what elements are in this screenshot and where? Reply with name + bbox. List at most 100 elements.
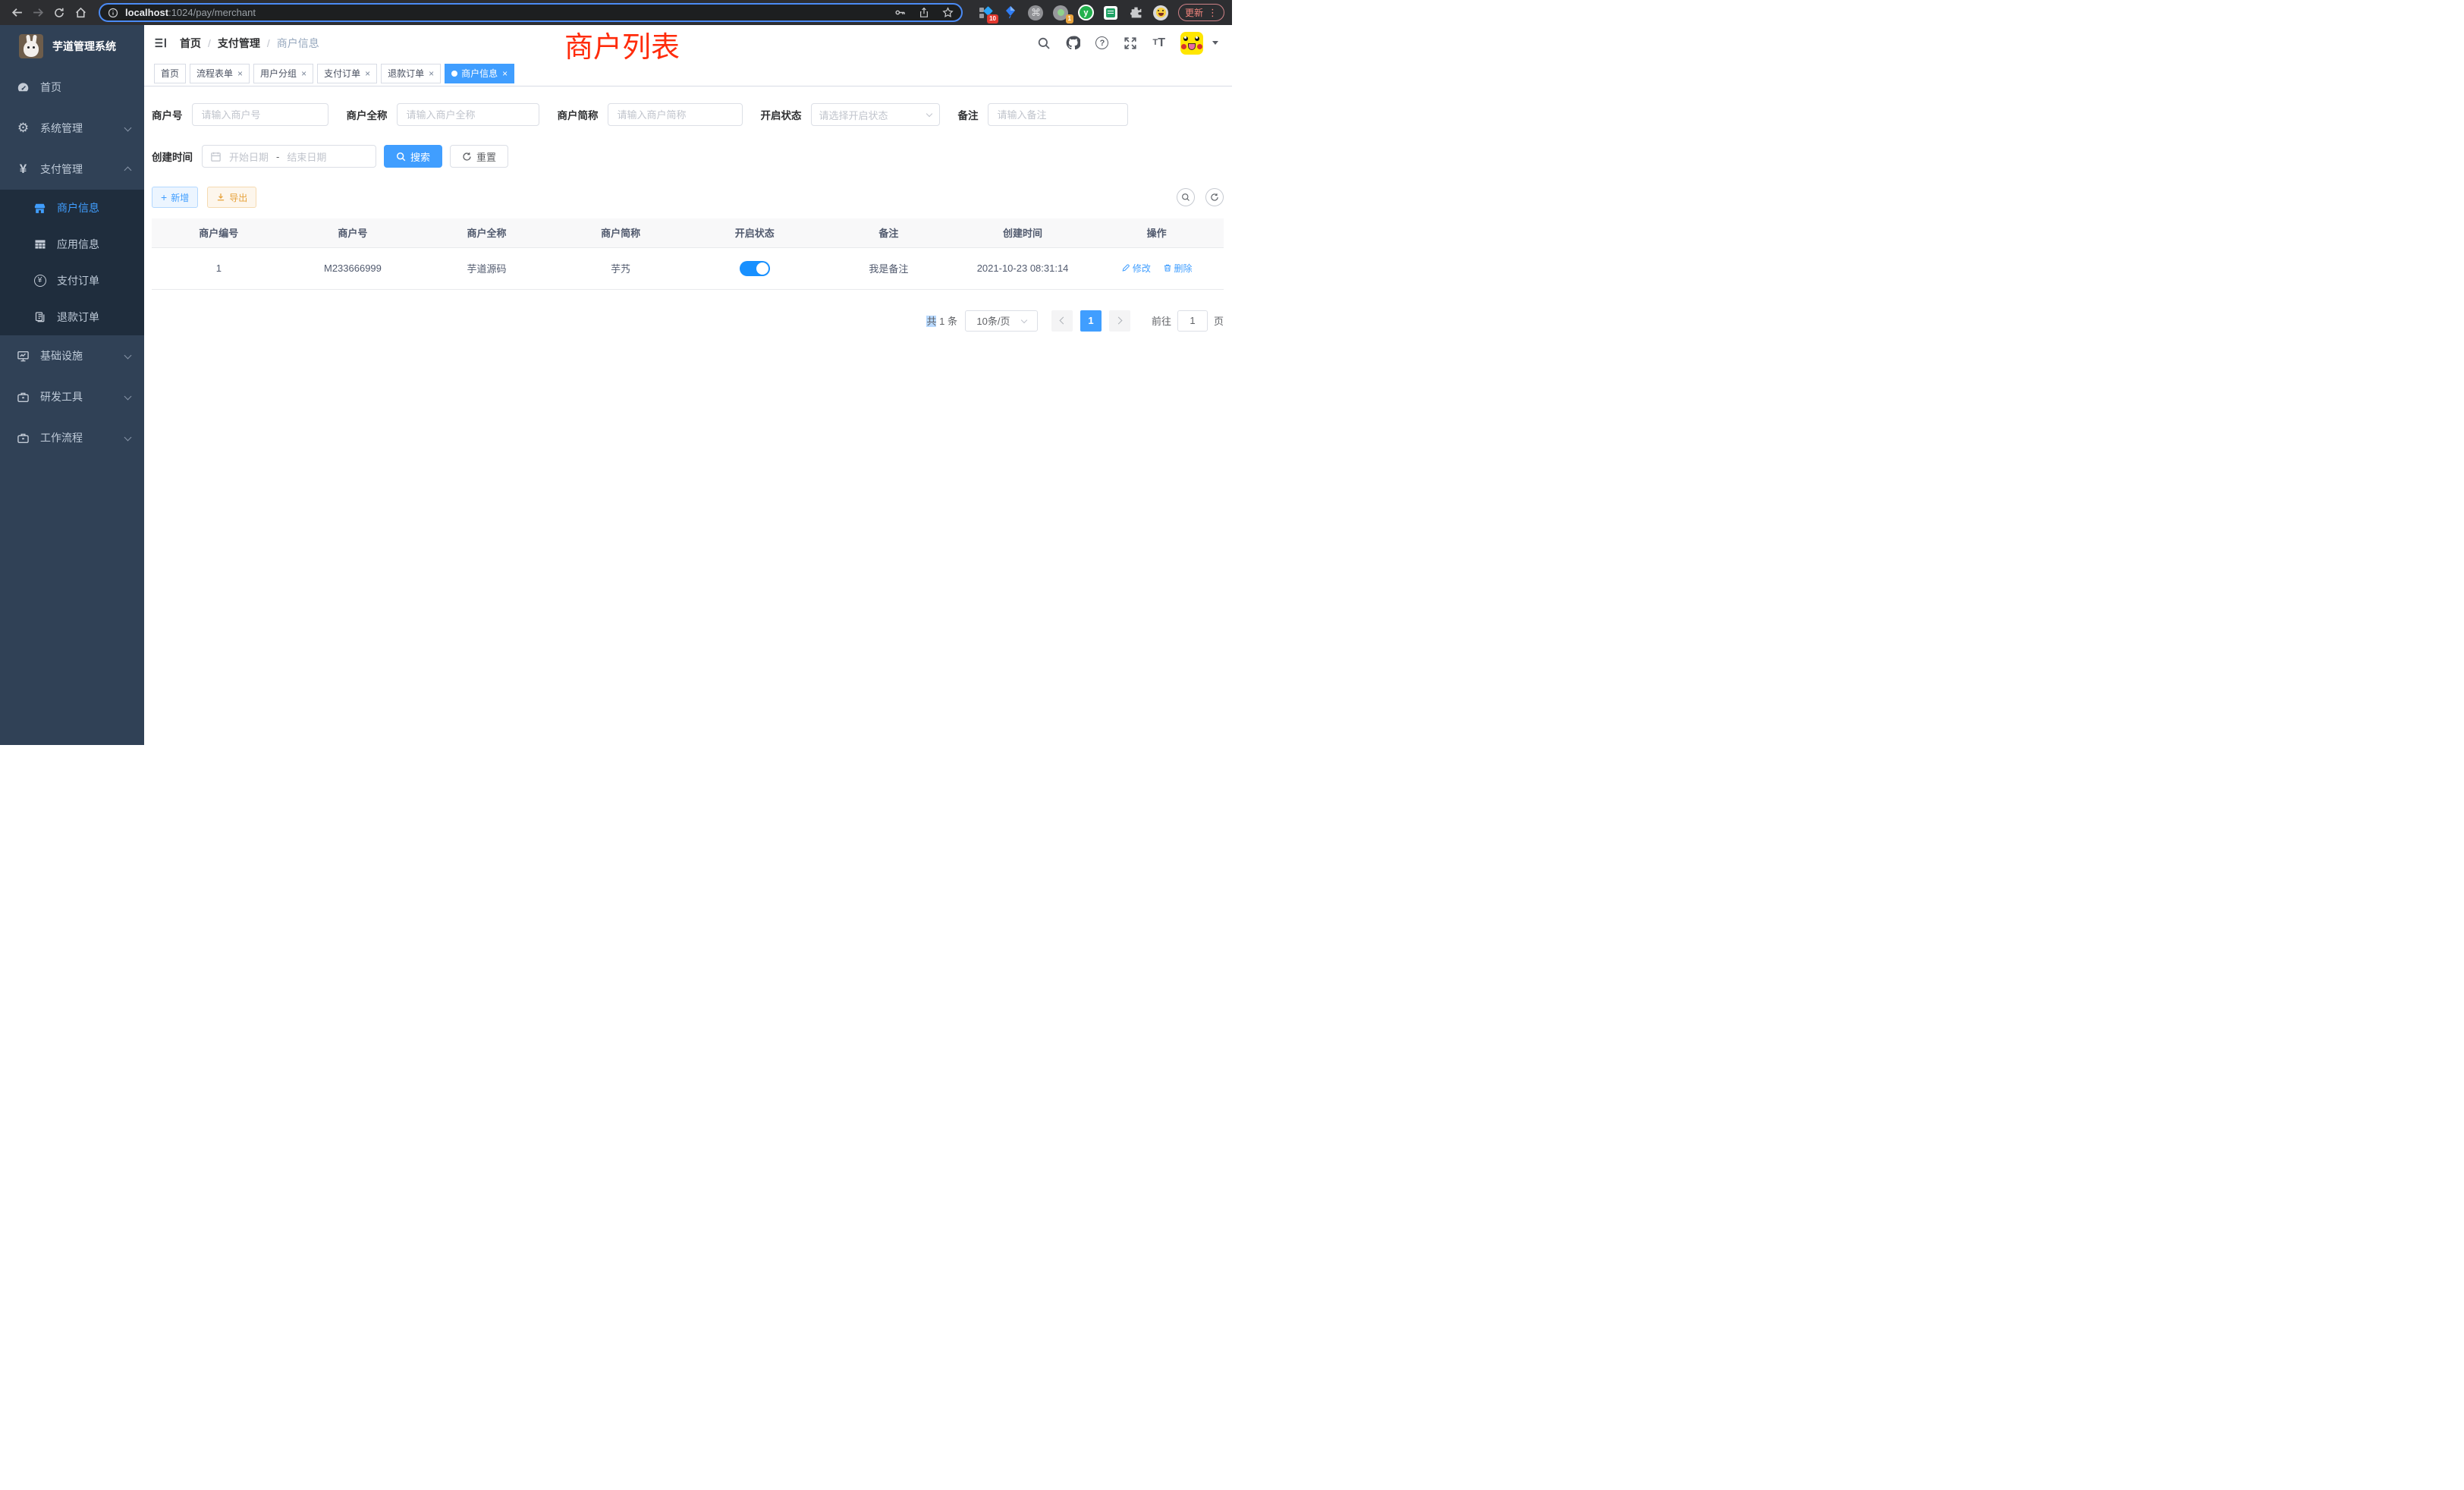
sidebar-item-workflow[interactable]: 工作流程 [0,417,144,458]
reset-button-label: 重置 [476,149,496,164]
url-path: :1024/pay/merchant [168,7,256,18]
sidebar-item-label: 应用信息 [57,237,99,252]
delete-link[interactable]: 删除 [1163,262,1193,275]
extension-badge: 10 [987,14,998,24]
tab-close-icon[interactable]: × [237,68,243,79]
extensions-puzzle-icon[interactable] [1128,5,1144,20]
yen-circle-icon: ¥ [33,275,46,287]
page-annotation-title: 商户列表 [564,25,680,63]
chevron-up-icon [124,167,132,174]
extension-y-icon[interactable]: y [1078,5,1094,20]
home-icon[interactable] [71,4,90,22]
reload-icon[interactable] [50,4,68,22]
browser-profile-avatar[interactable] [1153,5,1169,20]
chevron-down-icon [1020,316,1026,322]
full-name-input[interactable] [397,103,539,126]
user-avatar[interactable] [1180,32,1203,55]
delete-link-label: 删除 [1174,262,1193,275]
refresh-table-icon[interactable] [1205,188,1224,206]
site-info-icon[interactable] [108,8,118,18]
tab-label: 流程表单 [196,67,233,80]
address-bar[interactable]: localhost:1024/pay/merchant [99,3,963,22]
page-content: 商户号 商户全称 商户简称 开启状态 请选择开启状态 [144,86,1232,332]
status-select[interactable]: 请选择开启状态 [811,103,940,126]
goto-page-input[interactable] [1177,310,1208,332]
filter-label: 商户号 [152,107,183,122]
edit-link[interactable]: 修改 [1121,262,1151,275]
filter-label: 创建时间 [152,149,193,164]
font-size-icon[interactable]: TT [1152,37,1165,49]
current-page-button[interactable]: 1 [1080,310,1102,332]
cell-merchant-id: 1 [152,247,286,289]
filter-created-time: 创建时间 开始日期 - 结束日期 [152,145,376,168]
tab-close-icon[interactable]: × [365,68,370,79]
status-toggle-on[interactable] [740,261,770,276]
page-size-select[interactable]: 10条/页 [965,310,1038,332]
sidebar-item-app-info[interactable]: 应用信息 [0,226,144,262]
share-icon[interactable] [919,7,929,18]
tab-home[interactable]: 首页 [154,64,186,83]
date-range-picker[interactable]: 开始日期 - 结束日期 [202,145,376,168]
sidebar-item-merchant-info[interactable]: 商户信息 [0,190,144,226]
remark-input[interactable] [988,103,1128,126]
github-icon[interactable] [1066,36,1080,50]
browser-menu-icon[interactable]: ⋮ [1208,7,1218,19]
export-button[interactable]: 导出 [207,187,256,208]
sidebar-item-system[interactable]: ⚙ 系统管理 [0,108,144,149]
reset-button[interactable]: 重置 [450,145,508,168]
dashboard-icon [17,81,30,94]
next-page-button[interactable] [1109,310,1130,332]
back-icon[interactable] [8,4,26,22]
breadcrumb-payment[interactable]: 支付管理 [218,36,260,51]
date-start-placeholder: 开始日期 [229,149,269,164]
search-button[interactable]: 搜索 [384,145,442,168]
tab-refund-order[interactable]: 退款订单 × [381,64,441,83]
tab-pay-order[interactable]: 支付订单 × [317,64,377,83]
tab-close-icon[interactable]: × [502,68,508,79]
forward-icon[interactable] [29,4,47,22]
cell-short-name: 芋艿 [554,247,688,289]
tab-merchant-info-active[interactable]: 商户信息 × [445,64,514,83]
col-short-name: 商户简称 [554,218,688,247]
avatar-caret-icon[interactable] [1212,41,1218,45]
total-prefix: 共 [926,316,936,327]
sidebar-item-home[interactable]: 首页 [0,67,144,108]
bookmark-star-icon[interactable] [942,7,954,18]
prev-page-button[interactable] [1051,310,1073,332]
extension-command-icon[interactable]: ⌘ [1028,5,1044,20]
table-header-row: 商户编号 商户号 商户全称 商户简称 开启状态 备注 创建时间 操作 [152,218,1224,247]
goto-label: 前往 [1152,313,1171,328]
tab-close-icon[interactable]: × [301,68,306,79]
cell-status [688,247,822,289]
show-search-toggle-icon[interactable] [1177,188,1195,206]
sidebar-item-infra[interactable]: 基础设施 [0,335,144,376]
sidebar-logo[interactable]: 芋道管理系统 [0,25,144,67]
sidebar-item-payment[interactable]: ¥ 支付管理 [0,149,144,190]
sidebar-item-dev-tools[interactable]: 研发工具 [0,376,144,417]
tab-close-icon[interactable]: × [429,68,434,79]
sidebar-item-pay-order[interactable]: ¥ 支付订单 [0,262,144,299]
short-name-input[interactable] [608,103,743,126]
tab-user-group[interactable]: 用户分组 × [253,64,313,83]
status-select-placeholder: 请选择开启状态 [819,108,888,122]
briefcase-icon [17,432,30,445]
merchant-no-input[interactable] [192,103,328,126]
password-key-icon[interactable] [894,7,906,18]
sidebar-collapse-icon[interactable] [154,36,167,49]
breadcrumb-separator: / [267,37,270,49]
extension-chat-icon[interactable] [1103,5,1119,20]
chevron-down-icon [124,124,132,131]
date-separator: - [276,151,279,162]
sidebar-item-label: 基础设施 [40,348,83,363]
help-icon[interactable]: ? [1095,36,1108,49]
breadcrumb-home[interactable]: 首页 [180,36,201,51]
add-button[interactable]: + 新增 [152,187,198,208]
sidebar-item-refund-order[interactable]: 退款订单 [0,299,144,335]
extension-kite-icon[interactable] [1003,5,1019,20]
update-button[interactable]: 更新 ⋮ [1178,4,1224,21]
tab-process-form[interactable]: 流程表单 × [190,64,250,83]
search-icon[interactable] [1037,36,1051,50]
extension-recorder-icon[interactable]: 1 [1053,5,1069,20]
fullscreen-icon[interactable] [1124,36,1137,50]
extension-pinned-icon[interactable]: 10 [978,5,994,20]
